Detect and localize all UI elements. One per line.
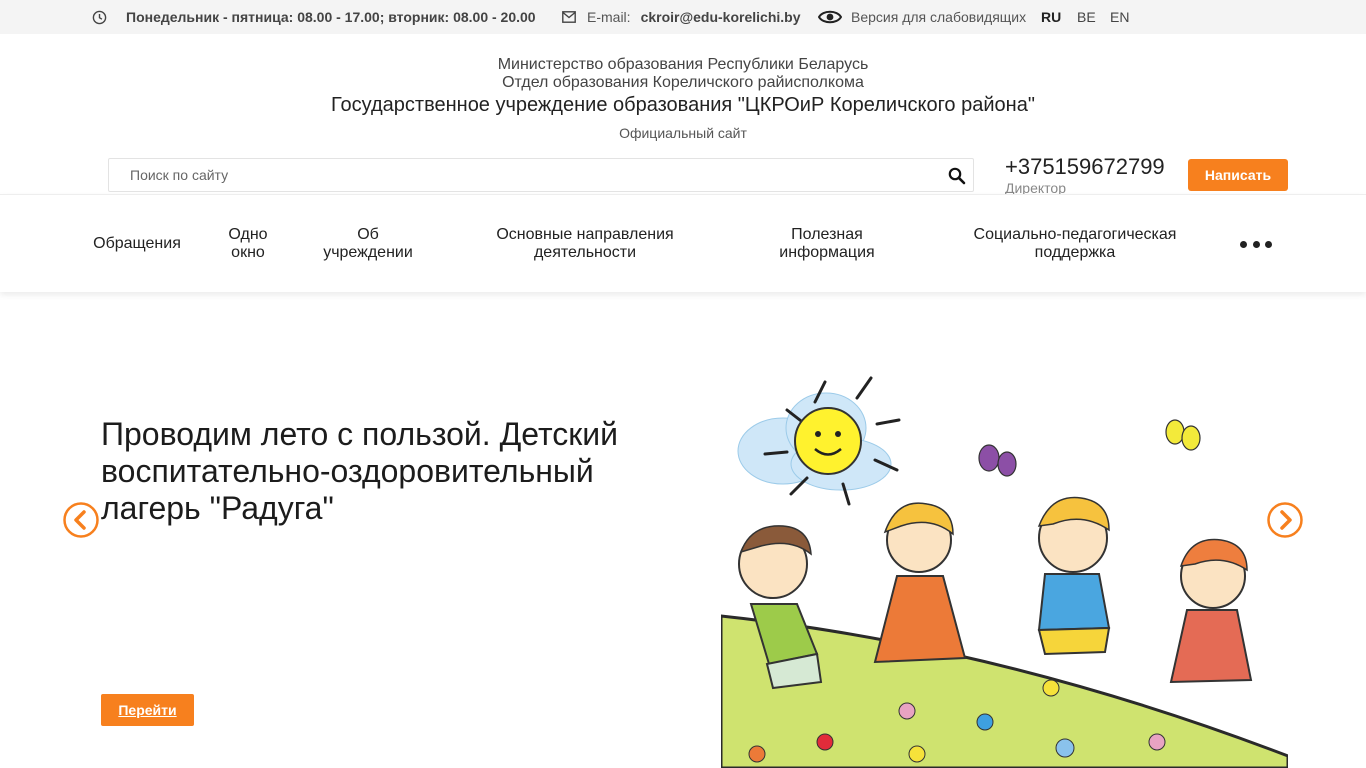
eye-icon bbox=[818, 10, 842, 24]
search-icon[interactable] bbox=[947, 166, 967, 186]
mail-icon bbox=[562, 11, 576, 23]
working-hours-text: Понедельник - пятница: 08.00 - 17.00; вт… bbox=[126, 9, 536, 25]
accessibility-version-link[interactable]: Версия для слабовидящих bbox=[818, 0, 1026, 34]
email-link[interactable]: ckroir@edu-korelichi.by bbox=[641, 9, 801, 25]
nav-item-one-window[interactable]: Одно окно bbox=[217, 195, 279, 293]
phone-number[interactable]: +375159672799 bbox=[1005, 154, 1165, 180]
department-name: Отдел образования Кореличского райисполк… bbox=[502, 74, 864, 91]
nav-item-useful-info[interactable]: Полезная информация bbox=[768, 195, 886, 293]
kids-illustration bbox=[721, 376, 1288, 768]
lang-en[interactable]: EN bbox=[1110, 0, 1129, 34]
site-subtitle: Официальный сайт bbox=[619, 125, 747, 141]
go-button[interactable]: Перейти bbox=[101, 694, 194, 726]
search-input[interactable] bbox=[109, 159, 929, 191]
top-bar: Понедельник - пятница: 08.00 - 17.00; вт… bbox=[0, 0, 1366, 34]
email-label: E-mail: bbox=[587, 9, 631, 25]
search-box bbox=[108, 158, 974, 192]
working-hours: Понедельник - пятница: 08.00 - 17.00; вт… bbox=[92, 0, 536, 34]
more-dots-icon[interactable] bbox=[1240, 239, 1272, 249]
lang-ru[interactable]: RU bbox=[1041, 0, 1061, 34]
clock-icon bbox=[92, 10, 107, 24]
nav-item-appeals[interactable]: Обращения bbox=[88, 195, 186, 293]
slide-title: Проводим лето с пользой. Детский воспита… bbox=[101, 416, 619, 526]
nav-item-about[interactable]: Об учреждении bbox=[314, 195, 422, 293]
accessibility-version-label: Версия для слабовидящих bbox=[851, 9, 1027, 25]
arrow-right-icon[interactable] bbox=[1267, 502, 1303, 538]
ministry-name: Министерство образования Республики Бела… bbox=[497, 56, 869, 73]
nav-item-social-support[interactable]: Социально-педагогическая поддержка bbox=[962, 195, 1188, 293]
site-title[interactable]: Государственное учреждение образования "… bbox=[0, 93, 1366, 117]
arrow-left-icon[interactable] bbox=[63, 502, 99, 538]
site-header: Министерство образования Республики Бела… bbox=[0, 56, 1366, 141]
lang-be[interactable]: BE bbox=[1077, 0, 1096, 34]
main-nav: Обращения Одно окно Об учреждении Основн… bbox=[0, 194, 1366, 292]
write-button[interactable]: Написать bbox=[1188, 159, 1288, 191]
nav-item-main-activities[interactable]: Основные направления деятельности bbox=[488, 195, 682, 293]
email-block: E-mail: ckroir@edu-korelichi.by bbox=[562, 0, 800, 34]
